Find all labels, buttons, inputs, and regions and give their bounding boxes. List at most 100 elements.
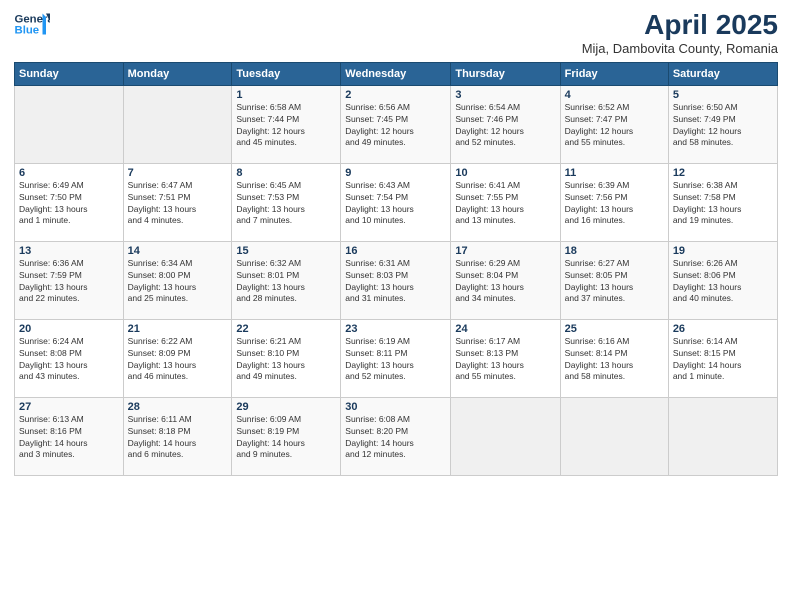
calendar-cell: [123, 85, 232, 163]
calendar-week-4: 20Sunrise: 6:24 AMSunset: 8:08 PMDayligh…: [15, 319, 778, 397]
day-header-sunday: Sunday: [15, 62, 124, 85]
day-detail: Sunrise: 6:22 AMSunset: 8:09 PMDaylight:…: [128, 336, 228, 384]
location-subtitle: Mija, Dambovita County, Romania: [582, 41, 778, 56]
calendar-week-5: 27Sunrise: 6:13 AMSunset: 8:16 PMDayligh…: [15, 397, 778, 475]
day-detail: Sunrise: 6:17 AMSunset: 8:13 PMDaylight:…: [455, 336, 555, 384]
svg-text:Blue: Blue: [15, 25, 40, 37]
calendar-cell: 20Sunrise: 6:24 AMSunset: 8:08 PMDayligh…: [15, 319, 124, 397]
day-detail: Sunrise: 6:43 AMSunset: 7:54 PMDaylight:…: [345, 180, 446, 228]
day-number: 28: [128, 401, 228, 413]
calendar-cell: 7Sunrise: 6:47 AMSunset: 7:51 PMDaylight…: [123, 163, 232, 241]
calendar-cell: 23Sunrise: 6:19 AMSunset: 8:11 PMDayligh…: [341, 319, 451, 397]
day-detail: Sunrise: 6:09 AMSunset: 8:19 PMDaylight:…: [236, 414, 336, 462]
day-number: 18: [565, 245, 664, 257]
day-number: 27: [19, 401, 119, 413]
day-detail: Sunrise: 6:32 AMSunset: 8:01 PMDaylight:…: [236, 258, 336, 306]
calendar-cell: [668, 397, 777, 475]
day-number: 9: [345, 167, 446, 179]
page-header: General Blue April 2025 Mija, Dambovita …: [14, 10, 778, 56]
calendar-table: SundayMondayTuesdayWednesdayThursdayFrid…: [14, 62, 778, 476]
calendar-week-2: 6Sunrise: 6:49 AMSunset: 7:50 PMDaylight…: [15, 163, 778, 241]
day-detail: Sunrise: 6:29 AMSunset: 8:04 PMDaylight:…: [455, 258, 555, 306]
day-detail: Sunrise: 6:50 AMSunset: 7:49 PMDaylight:…: [673, 102, 773, 150]
day-header-thursday: Thursday: [451, 62, 560, 85]
day-number: 15: [236, 245, 336, 257]
calendar-cell: [15, 85, 124, 163]
logo-icon: General Blue: [14, 10, 50, 38]
calendar-body: 1Sunrise: 6:58 AMSunset: 7:44 PMDaylight…: [15, 85, 778, 475]
day-detail: Sunrise: 6:21 AMSunset: 8:10 PMDaylight:…: [236, 336, 336, 384]
day-detail: Sunrise: 6:47 AMSunset: 7:51 PMDaylight:…: [128, 180, 228, 228]
day-number: 26: [673, 323, 773, 335]
calendar-cell: 11Sunrise: 6:39 AMSunset: 7:56 PMDayligh…: [560, 163, 668, 241]
calendar-cell: 13Sunrise: 6:36 AMSunset: 7:59 PMDayligh…: [15, 241, 124, 319]
day-number: 10: [455, 167, 555, 179]
day-number: 19: [673, 245, 773, 257]
calendar-cell: 28Sunrise: 6:11 AMSunset: 8:18 PMDayligh…: [123, 397, 232, 475]
day-number: 5: [673, 89, 773, 101]
day-number: 2: [345, 89, 446, 101]
day-number: 23: [345, 323, 446, 335]
month-title: April 2025: [582, 10, 778, 41]
calendar-cell: 1Sunrise: 6:58 AMSunset: 7:44 PMDaylight…: [232, 85, 341, 163]
day-detail: Sunrise: 6:14 AMSunset: 8:15 PMDaylight:…: [673, 336, 773, 384]
calendar-cell: 27Sunrise: 6:13 AMSunset: 8:16 PMDayligh…: [15, 397, 124, 475]
calendar-cell: 14Sunrise: 6:34 AMSunset: 8:00 PMDayligh…: [123, 241, 232, 319]
calendar-cell: 30Sunrise: 6:08 AMSunset: 8:20 PMDayligh…: [341, 397, 451, 475]
calendar-cell: 22Sunrise: 6:21 AMSunset: 8:10 PMDayligh…: [232, 319, 341, 397]
day-header-friday: Friday: [560, 62, 668, 85]
day-number: 3: [455, 89, 555, 101]
day-number: 11: [565, 167, 664, 179]
day-number: 21: [128, 323, 228, 335]
day-detail: Sunrise: 6:58 AMSunset: 7:44 PMDaylight:…: [236, 102, 336, 150]
logo: General Blue: [14, 10, 50, 38]
day-detail: Sunrise: 6:27 AMSunset: 8:05 PMDaylight:…: [565, 258, 664, 306]
day-header-tuesday: Tuesday: [232, 62, 341, 85]
calendar-cell: [560, 397, 668, 475]
day-number: 20: [19, 323, 119, 335]
day-header-wednesday: Wednesday: [341, 62, 451, 85]
day-number: 22: [236, 323, 336, 335]
day-detail: Sunrise: 6:45 AMSunset: 7:53 PMDaylight:…: [236, 180, 336, 228]
day-number: 8: [236, 167, 336, 179]
day-detail: Sunrise: 6:52 AMSunset: 7:47 PMDaylight:…: [565, 102, 664, 150]
day-detail: Sunrise: 6:11 AMSunset: 8:18 PMDaylight:…: [128, 414, 228, 462]
day-number: 25: [565, 323, 664, 335]
calendar-cell: 15Sunrise: 6:32 AMSunset: 8:01 PMDayligh…: [232, 241, 341, 319]
day-number: 17: [455, 245, 555, 257]
day-number: 30: [345, 401, 446, 413]
calendar-cell: 29Sunrise: 6:09 AMSunset: 8:19 PMDayligh…: [232, 397, 341, 475]
day-detail: Sunrise: 6:34 AMSunset: 8:00 PMDaylight:…: [128, 258, 228, 306]
day-number: 24: [455, 323, 555, 335]
day-detail: Sunrise: 6:36 AMSunset: 7:59 PMDaylight:…: [19, 258, 119, 306]
day-detail: Sunrise: 6:54 AMSunset: 7:46 PMDaylight:…: [455, 102, 555, 150]
calendar-cell: 4Sunrise: 6:52 AMSunset: 7:47 PMDaylight…: [560, 85, 668, 163]
day-detail: Sunrise: 6:26 AMSunset: 8:06 PMDaylight:…: [673, 258, 773, 306]
day-number: 6: [19, 167, 119, 179]
day-detail: Sunrise: 6:39 AMSunset: 7:56 PMDaylight:…: [565, 180, 664, 228]
calendar-cell: 17Sunrise: 6:29 AMSunset: 8:04 PMDayligh…: [451, 241, 560, 319]
day-detail: Sunrise: 6:41 AMSunset: 7:55 PMDaylight:…: [455, 180, 555, 228]
day-number: 12: [673, 167, 773, 179]
calendar-cell: 3Sunrise: 6:54 AMSunset: 7:46 PMDaylight…: [451, 85, 560, 163]
calendar-week-1: 1Sunrise: 6:58 AMSunset: 7:44 PMDaylight…: [15, 85, 778, 163]
day-number: 13: [19, 245, 119, 257]
day-detail: Sunrise: 6:13 AMSunset: 8:16 PMDaylight:…: [19, 414, 119, 462]
day-number: 16: [345, 245, 446, 257]
day-number: 7: [128, 167, 228, 179]
day-detail: Sunrise: 6:38 AMSunset: 7:58 PMDaylight:…: [673, 180, 773, 228]
day-number: 1: [236, 89, 336, 101]
calendar-cell: 5Sunrise: 6:50 AMSunset: 7:49 PMDaylight…: [668, 85, 777, 163]
calendar-week-3: 13Sunrise: 6:36 AMSunset: 7:59 PMDayligh…: [15, 241, 778, 319]
day-number: 14: [128, 245, 228, 257]
calendar-cell: 6Sunrise: 6:49 AMSunset: 7:50 PMDaylight…: [15, 163, 124, 241]
calendar-cell: 2Sunrise: 6:56 AMSunset: 7:45 PMDaylight…: [341, 85, 451, 163]
calendar-cell: 10Sunrise: 6:41 AMSunset: 7:55 PMDayligh…: [451, 163, 560, 241]
calendar-cell: 24Sunrise: 6:17 AMSunset: 8:13 PMDayligh…: [451, 319, 560, 397]
calendar-cell: 26Sunrise: 6:14 AMSunset: 8:15 PMDayligh…: [668, 319, 777, 397]
calendar-cell: 19Sunrise: 6:26 AMSunset: 8:06 PMDayligh…: [668, 241, 777, 319]
calendar-cell: 21Sunrise: 6:22 AMSunset: 8:09 PMDayligh…: [123, 319, 232, 397]
day-detail: Sunrise: 6:08 AMSunset: 8:20 PMDaylight:…: [345, 414, 446, 462]
day-detail: Sunrise: 6:24 AMSunset: 8:08 PMDaylight:…: [19, 336, 119, 384]
day-number: 4: [565, 89, 664, 101]
